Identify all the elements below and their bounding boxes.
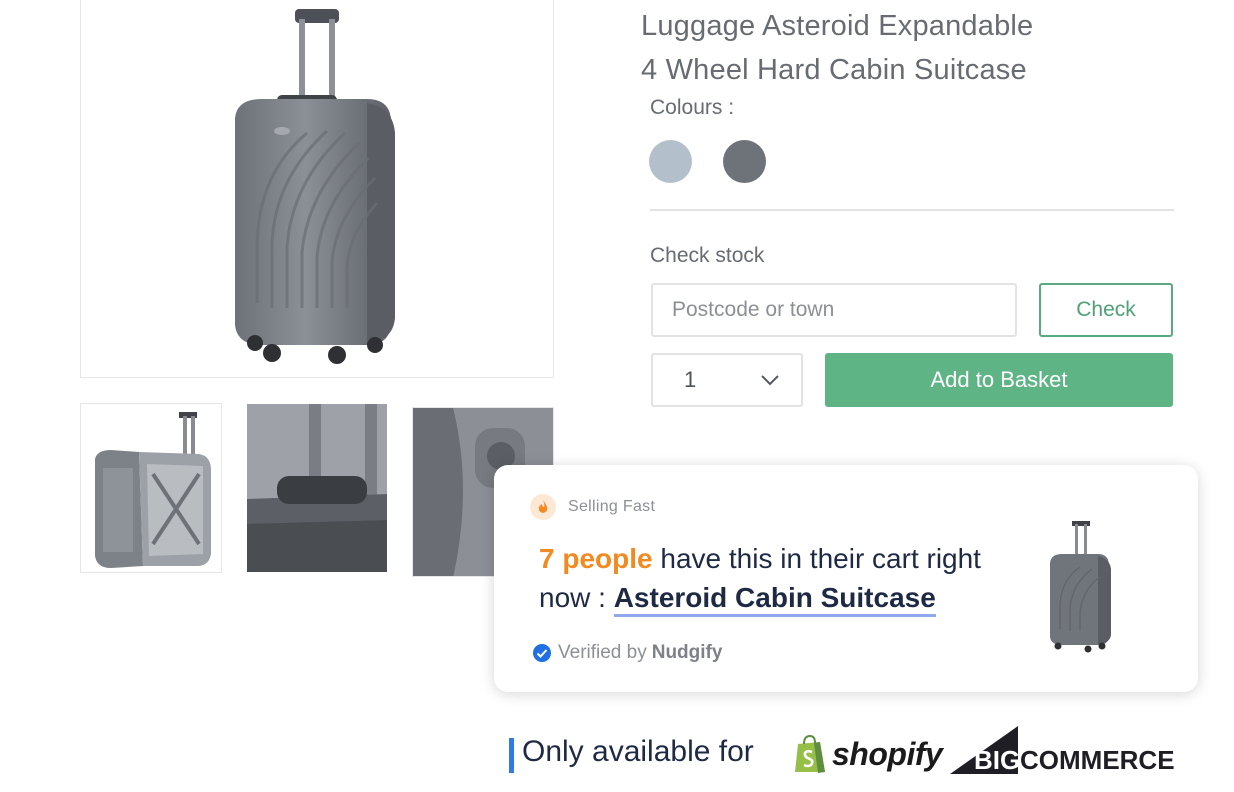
colours-label: Colours : — [650, 96, 735, 119]
chevron-down-icon — [761, 375, 779, 386]
fire-icon — [530, 494, 556, 520]
divider — [650, 209, 1174, 211]
shopify-logo[interactable]: shopify — [792, 734, 943, 774]
footer-available-text: Only available for — [522, 735, 754, 768]
thumbnail-open-suitcase[interactable] — [80, 403, 222, 573]
check-stock-label: Check stock — [650, 244, 765, 267]
product-main-image[interactable] — [80, 0, 554, 378]
colour-swatch-dark[interactable] — [723, 140, 766, 183]
footer-accent-bar — [509, 738, 514, 773]
verified-check-icon — [533, 644, 551, 662]
product-title: Luggage Asteroid Expandable 4 Wheel Hard… — [641, 4, 1181, 92]
bigcommerce-logo[interactable]: BIG COMMERCE — [950, 726, 1175, 783]
shopify-wordmark: shopify — [832, 735, 943, 772]
nudge-product-image — [1050, 521, 1111, 653]
suitcase-image — [235, 9, 395, 364]
shopify-bag-icon — [795, 734, 825, 773]
thumbnail-handle-detail[interactable] — [246, 403, 388, 573]
nudge-count: 7 people — [539, 543, 653, 574]
add-to-basket-button[interactable]: Add to Basket — [825, 353, 1173, 407]
check-stock-button[interactable]: Check — [1039, 283, 1173, 337]
verified-by: Verified by Nudgify — [532, 642, 722, 664]
social-proof-popup[interactable]: Selling Fast 7 people have this in their… — [494, 465, 1198, 692]
nudge-message: 7 people have this in their cart right n… — [539, 539, 1029, 617]
nudge-product-link[interactable]: Asteroid Cabin Suitcase — [613, 582, 936, 617]
product-title-line2: 4 Wheel Hard Cabin Suitcase — [641, 54, 1027, 86]
bigcommerce-commerce-text: COMMERCE — [1020, 745, 1174, 775]
product-title-line1: Luggage Asteroid Expandable — [641, 10, 1034, 42]
nudge-tag: Selling Fast — [530, 494, 655, 520]
nudge-tag-text: Selling Fast — [568, 498, 656, 515]
quantity-select[interactable]: 1 — [651, 353, 803, 407]
postcode-input[interactable] — [651, 283, 1017, 337]
verified-brand[interactable]: Nudgify — [652, 642, 723, 664]
verified-prefix: Verified by — [558, 642, 647, 663]
colour-swatch-light[interactable] — [649, 140, 692, 183]
quantity-value: 1 — [684, 367, 697, 392]
bigcommerce-big-text: BIG — [974, 745, 1020, 775]
